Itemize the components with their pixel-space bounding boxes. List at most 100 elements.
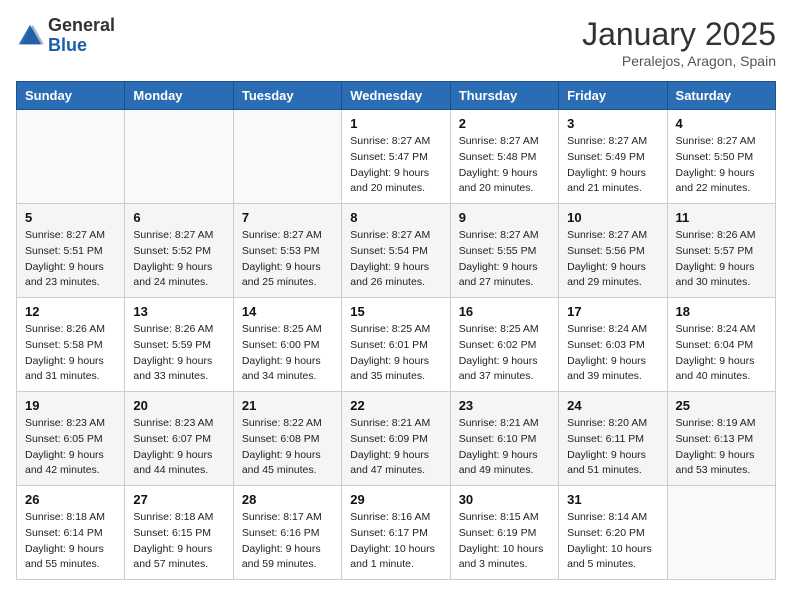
week-row-2: 5 Sunrise: 8:27 AM Sunset: 5:51 PM Daylig…: [17, 204, 776, 298]
day-info: Sunrise: 8:27 AM Sunset: 5:50 PM Dayligh…: [676, 134, 767, 197]
calendar-cell: [17, 110, 125, 204]
calendar-cell: 1 Sunrise: 8:27 AM Sunset: 5:47 PM Daylig…: [342, 110, 450, 204]
calendar-cell: [233, 110, 341, 204]
day-number: 16: [459, 304, 550, 319]
day-header-saturday: Saturday: [667, 82, 775, 110]
day-info: Sunrise: 8:27 AM Sunset: 5:53 PM Dayligh…: [242, 228, 333, 291]
day-number: 4: [676, 116, 767, 131]
day-number: 14: [242, 304, 333, 319]
logo-text: General Blue: [48, 16, 115, 56]
day-info: Sunrise: 8:26 AM Sunset: 5:58 PM Dayligh…: [25, 322, 116, 385]
day-info: Sunrise: 8:27 AM Sunset: 5:55 PM Dayligh…: [459, 228, 550, 291]
day-header-wednesday: Wednesday: [342, 82, 450, 110]
day-number: 7: [242, 210, 333, 225]
day-info: Sunrise: 8:27 AM Sunset: 5:54 PM Dayligh…: [350, 228, 441, 291]
calendar-cell: 27 Sunrise: 8:18 AM Sunset: 6:15 PM Dayli…: [125, 486, 233, 580]
day-number: 5: [25, 210, 116, 225]
day-number: 6: [133, 210, 224, 225]
month-title: January 2025: [582, 16, 776, 53]
calendar-cell: 6 Sunrise: 8:27 AM Sunset: 5:52 PM Daylig…: [125, 204, 233, 298]
calendar-cell: 13 Sunrise: 8:26 AM Sunset: 5:59 PM Dayli…: [125, 298, 233, 392]
day-number: 27: [133, 492, 224, 507]
calendar-cell: 28 Sunrise: 8:17 AM Sunset: 6:16 PM Dayli…: [233, 486, 341, 580]
day-header-tuesday: Tuesday: [233, 82, 341, 110]
day-number: 23: [459, 398, 550, 413]
day-number: 10: [567, 210, 658, 225]
day-number: 18: [676, 304, 767, 319]
calendar-cell: 21 Sunrise: 8:22 AM Sunset: 6:08 PM Dayli…: [233, 392, 341, 486]
day-number: 2: [459, 116, 550, 131]
day-info: Sunrise: 8:27 AM Sunset: 5:52 PM Dayligh…: [133, 228, 224, 291]
day-number: 11: [676, 210, 767, 225]
week-row-3: 12 Sunrise: 8:26 AM Sunset: 5:58 PM Dayli…: [17, 298, 776, 392]
calendar-cell: 11 Sunrise: 8:26 AM Sunset: 5:57 PM Dayli…: [667, 204, 775, 298]
day-number: 31: [567, 492, 658, 507]
day-info: Sunrise: 8:27 AM Sunset: 5:49 PM Dayligh…: [567, 134, 658, 197]
day-info: Sunrise: 8:20 AM Sunset: 6:11 PM Dayligh…: [567, 416, 658, 479]
day-number: 29: [350, 492, 441, 507]
calendar-cell: 17 Sunrise: 8:24 AM Sunset: 6:03 PM Dayli…: [559, 298, 667, 392]
day-number: 15: [350, 304, 441, 319]
calendar-cell: 18Sunrise: 8:24 AM Sunset: 6:04 PM Dayli…: [667, 298, 775, 392]
day-number: 28: [242, 492, 333, 507]
location: Peralejos, Aragon, Spain: [582, 53, 776, 69]
week-row-4: 19Sunrise: 8:23 AM Sunset: 6:05 PM Dayli…: [17, 392, 776, 486]
day-info: Sunrise: 8:27 AM Sunset: 5:48 PM Dayligh…: [459, 134, 550, 197]
day-info: Sunrise: 8:25 AM Sunset: 6:00 PM Dayligh…: [242, 322, 333, 385]
day-info: Sunrise: 8:25 AM Sunset: 6:01 PM Dayligh…: [350, 322, 441, 385]
calendar-cell: 12 Sunrise: 8:26 AM Sunset: 5:58 PM Dayli…: [17, 298, 125, 392]
day-info: Sunrise: 8:23 AM Sunset: 6:07 PM Dayligh…: [133, 416, 224, 479]
calendar-cell: 3Sunrise: 8:27 AM Sunset: 5:49 PM Daylig…: [559, 110, 667, 204]
day-header-sunday: Sunday: [17, 82, 125, 110]
calendar-cell: 10 Sunrise: 8:27 AM Sunset: 5:56 PM Dayli…: [559, 204, 667, 298]
day-info: Sunrise: 8:18 AM Sunset: 6:15 PM Dayligh…: [133, 510, 224, 573]
day-number: 20: [133, 398, 224, 413]
calendar-cell: 29Sunrise: 8:16 AM Sunset: 6:17 PM Dayli…: [342, 486, 450, 580]
calendar-cell: 16 Sunrise: 8:25 AM Sunset: 6:02 PM Dayli…: [450, 298, 558, 392]
day-number: 21: [242, 398, 333, 413]
days-header-row: SundayMondayTuesdayWednesdayThursdayFrid…: [17, 82, 776, 110]
day-number: 13: [133, 304, 224, 319]
day-info: Sunrise: 8:14 AM Sunset: 6:20 PM Dayligh…: [567, 510, 658, 573]
logo: General Blue: [16, 16, 115, 56]
day-info: Sunrise: 8:26 AM Sunset: 5:59 PM Dayligh…: [133, 322, 224, 385]
title-block: January 2025 Peralejos, Aragon, Spain: [582, 16, 776, 69]
day-info: Sunrise: 8:19 AM Sunset: 6:13 PM Dayligh…: [676, 416, 767, 479]
calendar-cell: 15 Sunrise: 8:25 AM Sunset: 6:01 PM Dayli…: [342, 298, 450, 392]
day-number: 12: [25, 304, 116, 319]
day-number: 19: [25, 398, 116, 413]
day-number: 9: [459, 210, 550, 225]
day-info: Sunrise: 8:26 AM Sunset: 5:57 PM Dayligh…: [676, 228, 767, 291]
calendar-cell: 22Sunrise: 8:21 AM Sunset: 6:09 PM Dayli…: [342, 392, 450, 486]
day-info: Sunrise: 8:27 AM Sunset: 5:47 PM Dayligh…: [350, 134, 441, 197]
day-info: Sunrise: 8:17 AM Sunset: 6:16 PM Dayligh…: [242, 510, 333, 573]
calendar-cell: 31 Sunrise: 8:14 AM Sunset: 6:20 PM Dayli…: [559, 486, 667, 580]
day-info: Sunrise: 8:21 AM Sunset: 6:09 PM Dayligh…: [350, 416, 441, 479]
day-info: Sunrise: 8:27 AM Sunset: 5:56 PM Dayligh…: [567, 228, 658, 291]
week-row-5: 26Sunrise: 8:18 AM Sunset: 6:14 PM Dayli…: [17, 486, 776, 580]
day-info: Sunrise: 8:22 AM Sunset: 6:08 PM Dayligh…: [242, 416, 333, 479]
day-info: Sunrise: 8:27 AM Sunset: 5:51 PM Dayligh…: [25, 228, 116, 291]
logo-icon: [16, 22, 44, 50]
day-number: 8: [350, 210, 441, 225]
calendar-cell: [125, 110, 233, 204]
day-number: 17: [567, 304, 658, 319]
day-info: Sunrise: 8:25 AM Sunset: 6:02 PM Dayligh…: [459, 322, 550, 385]
calendar-cell: [667, 486, 775, 580]
calendar-cell: 30 Sunrise: 8:15 AM Sunset: 6:19 PM Dayli…: [450, 486, 558, 580]
day-number: 26: [25, 492, 116, 507]
day-info: Sunrise: 8:21 AM Sunset: 6:10 PM Dayligh…: [459, 416, 550, 479]
calendar-cell: 9 Sunrise: 8:27 AM Sunset: 5:55 PM Daylig…: [450, 204, 558, 298]
day-header-monday: Monday: [125, 82, 233, 110]
day-info: Sunrise: 8:24 AM Sunset: 6:03 PM Dayligh…: [567, 322, 658, 385]
calendar-cell: 26Sunrise: 8:18 AM Sunset: 6:14 PM Dayli…: [17, 486, 125, 580]
day-number: 30: [459, 492, 550, 507]
day-info: Sunrise: 8:15 AM Sunset: 6:19 PM Dayligh…: [459, 510, 550, 573]
calendar-cell: 4 Sunrise: 8:27 AM Sunset: 5:50 PM Daylig…: [667, 110, 775, 204]
calendar-table: SundayMondayTuesdayWednesdayThursdayFrid…: [16, 81, 776, 580]
calendar-cell: 5 Sunrise: 8:27 AM Sunset: 5:51 PM Daylig…: [17, 204, 125, 298]
calendar-cell: 25 Sunrise: 8:19 AM Sunset: 6:13 PM Dayli…: [667, 392, 775, 486]
day-header-thursday: Thursday: [450, 82, 558, 110]
day-number: 1: [350, 116, 441, 131]
day-number: 25: [676, 398, 767, 413]
